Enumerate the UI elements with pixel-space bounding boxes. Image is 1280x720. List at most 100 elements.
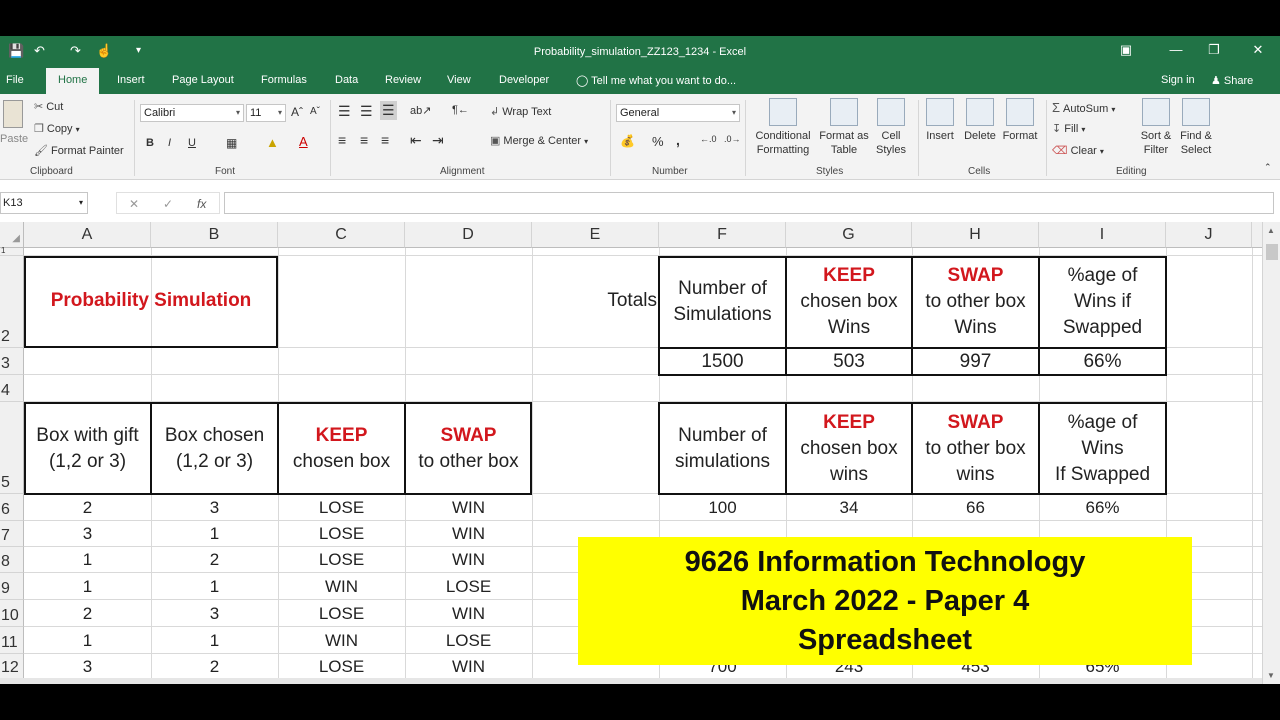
sign-in-link[interactable]: Sign in [1161, 74, 1195, 86]
cut-button[interactable]: ✂ Cut [34, 100, 63, 113]
table-cell[interactable]: WIN [405, 657, 532, 677]
align-bottom-icon[interactable]: ☰ [380, 101, 397, 120]
wrap-text-button[interactable]: ↲ Wrap Text [490, 105, 551, 118]
format-cells-button[interactable]: Format [1000, 98, 1040, 143]
name-box[interactable]: K13 ▾ [0, 192, 88, 214]
collapse-ribbon-icon[interactable]: ⌃ [1264, 162, 1272, 173]
table-cell[interactable]: LOSE [278, 550, 405, 570]
tab-view[interactable]: View [447, 74, 471, 86]
italic-button[interactable]: I [168, 137, 171, 149]
table2-header-simulations[interactable]: Number of simulations [659, 423, 786, 475]
column-header[interactable]: H [912, 222, 1039, 248]
summary-header-percent[interactable]: %age of Wins if Swapped [1039, 263, 1166, 341]
find-select-button[interactable]: Find & Select [1176, 98, 1216, 157]
align-right-icon[interactable]: ≡ [381, 132, 389, 148]
tab-data[interactable]: Data [335, 74, 358, 86]
row-header[interactable]: 12 [0, 654, 24, 678]
summary-value-percent[interactable]: 66% [1039, 349, 1166, 375]
increase-indent-icon[interactable]: ⇥ [432, 132, 444, 149]
table-cell[interactable]: 1 [151, 577, 278, 597]
font-size-select[interactable]: 11 ▾ [246, 104, 286, 122]
scroll-down-icon[interactable]: ▼ [1267, 671, 1275, 680]
align-left-icon[interactable]: ≡ [338, 132, 346, 148]
summary-value-keep[interactable]: 503 [786, 349, 912, 375]
shrink-font-icon[interactable]: Aˇ [310, 106, 320, 117]
column-header[interactable] [1252, 222, 1262, 248]
insert-function-button[interactable]: fx [197, 197, 206, 211]
merge-center-button[interactable]: ▣ Merge & Center ▾ [490, 134, 588, 147]
summary-header-swap[interactable]: SWAP to other box Wins [912, 263, 1039, 341]
sort-filter-button[interactable]: Sort & Filter [1136, 98, 1176, 157]
row-header[interactable]: 11 [0, 627, 24, 654]
share-button[interactable]: ♟ Share [1211, 74, 1253, 87]
formula-input[interactable] [224, 192, 1274, 214]
currency-icon[interactable]: 💰 [620, 134, 635, 148]
table-cell[interactable]: 66% [1039, 498, 1166, 518]
format-as-table-button[interactable]: Format as Table [816, 98, 872, 157]
paste-button[interactable]: Paste [0, 100, 28, 146]
column-header[interactable]: J [1166, 222, 1252, 248]
table-cell[interactable]: 1 [151, 524, 278, 544]
table-cell[interactable]: WIN [405, 498, 532, 518]
table-cell[interactable]: 2 [151, 550, 278, 570]
summary-value-swap[interactable]: 997 [912, 349, 1039, 375]
row-header[interactable]: 3 [0, 348, 24, 375]
row-header[interactable]: 9 [0, 573, 24, 600]
maximize-icon[interactable]: ❐ [1202, 42, 1226, 58]
table-cell[interactable]: 100 [659, 498, 786, 518]
table-cell[interactable]: 1 [24, 631, 151, 651]
table-cell[interactable]: LOSE [278, 657, 405, 677]
header-box-chosen[interactable]: Box chosen (1,2 or 3) [151, 423, 278, 475]
table2-header-swap[interactable]: SWAP to other box wins [912, 410, 1039, 488]
percent-button[interactable]: % [652, 134, 664, 149]
row-header[interactable]: 8 [0, 547, 24, 573]
tab-formulas[interactable]: Formulas [261, 74, 307, 86]
number-format-select[interactable]: General ▾ [616, 104, 740, 122]
column-header[interactable]: A [24, 222, 151, 248]
column-header[interactable]: E [532, 222, 659, 248]
column-header[interactable]: F [659, 222, 786, 248]
cell-styles-button[interactable]: Cell Styles [870, 98, 912, 157]
font-color-icon[interactable]: A [299, 134, 308, 149]
autosum-button[interactable]: Σ AutoSum ▾ [1052, 100, 1115, 115]
tell-me-box[interactable]: ◯ Tell me what you want to do... [576, 74, 736, 87]
conditional-formatting-button[interactable]: Conditional Formatting [750, 98, 816, 157]
column-header[interactable]: B [151, 222, 278, 248]
table-cell[interactable]: 2 [24, 498, 151, 518]
font-name-select[interactable]: Calibri ▾ [140, 104, 244, 122]
table-cell[interactable]: LOSE [278, 524, 405, 544]
table-cell[interactable]: 2 [151, 657, 278, 677]
row-header[interactable]: 10 [0, 600, 24, 627]
table-cell[interactable]: 1 [24, 550, 151, 570]
underline-button[interactable]: U [188, 137, 196, 149]
column-header[interactable]: C [278, 222, 405, 248]
align-top-icon[interactable]: ☰ [338, 103, 351, 120]
row-header[interactable]: 1 [0, 246, 24, 256]
summary-header-keep[interactable]: KEEP chosen box Wins [786, 263, 912, 341]
table-cell[interactable]: LOSE [278, 498, 405, 518]
scroll-up-icon[interactable]: ▲ [1267, 226, 1275, 235]
table-cell[interactable]: LOSE [278, 604, 405, 624]
orientation-icon[interactable]: ab↗ [410, 104, 431, 117]
table2-header-keep[interactable]: KEEP chosen box wins [786, 410, 912, 488]
tab-file[interactable]: File [6, 74, 24, 86]
decrease-indent-icon[interactable]: ⇤ [410, 132, 422, 149]
table-cell[interactable]: LOSE [405, 631, 532, 651]
table-cell[interactable]: 3 [151, 498, 278, 518]
summary-value-simulations[interactable]: 1500 [659, 349, 786, 375]
align-center-icon[interactable]: ≡ [360, 132, 368, 148]
grow-font-icon[interactable]: Aˆ [291, 105, 303, 119]
table-cell[interactable]: 3 [24, 524, 151, 544]
fill-color-icon[interactable]: ▲ [266, 135, 279, 150]
tab-developer[interactable]: Developer [499, 74, 549, 86]
column-header[interactable]: D [405, 222, 532, 248]
table2-header-percent[interactable]: %age of Wins If Swapped [1039, 410, 1166, 488]
header-swap[interactable]: SWAP to other box [405, 423, 532, 475]
table-cell[interactable]: WIN [405, 524, 532, 544]
table-cell[interactable]: 34 [786, 498, 912, 518]
scroll-thumb[interactable] [1266, 244, 1278, 260]
format-painter-button[interactable]: 🖌 Format Painter [34, 144, 124, 157]
delete-cells-button[interactable]: Delete [960, 98, 1000, 143]
table-cell[interactable]: WIN [278, 577, 405, 597]
tab-insert[interactable]: Insert [117, 74, 145, 86]
